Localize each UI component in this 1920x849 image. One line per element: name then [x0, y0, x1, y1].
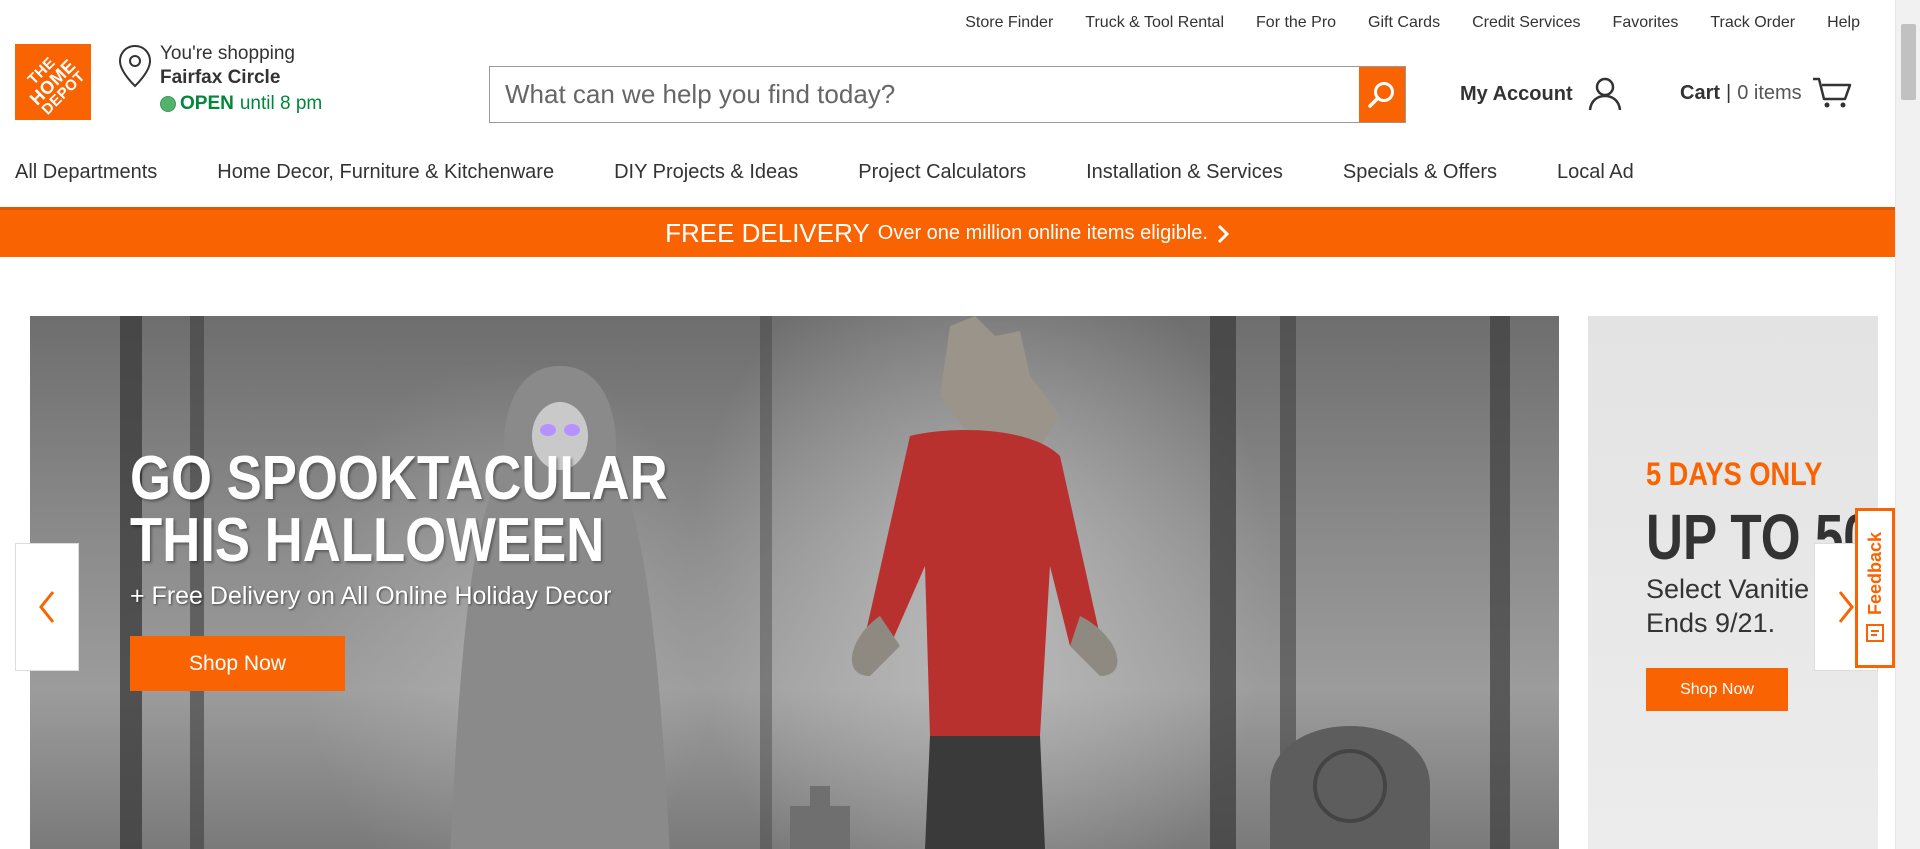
hero-shop-now-button[interactable]: Shop Now [130, 636, 345, 691]
main-nav: All Departments Home Decor, Furniture & … [15, 161, 1694, 184]
store-closing-time: until 8 pm [239, 93, 323, 114]
feedback-label: Feedback [1864, 532, 1885, 616]
promo-shop-now-button[interactable]: Shop Now [1646, 668, 1788, 711]
werewolf-figure [851, 316, 1118, 849]
store-name: Fairfax Circle [160, 67, 281, 88]
location-pin-icon [118, 44, 152, 88]
feedback-form-icon [1866, 623, 1884, 642]
gift-cards-link[interactable]: Gift Cards [1368, 14, 1440, 32]
tree-trunk-decor [760, 316, 772, 849]
free-delivery-banner[interactable]: FREE DELIVERY Over one million online it… [0, 207, 1895, 257]
nav-project-calculators[interactable]: Project Calculators [858, 161, 1026, 184]
tree-trunk-decor [1210, 316, 1236, 849]
nav-specials-offers[interactable]: Specials & Offers [1343, 161, 1497, 184]
chevron-right-icon [1838, 591, 1854, 623]
chevron-right-icon [1217, 224, 1230, 243]
search-bar [489, 66, 1406, 123]
open-status-dot-icon [160, 96, 176, 112]
nav-home-decor[interactable]: Home Decor, Furniture & Kitchenware [217, 161, 554, 184]
utility-nav: Store Finder Truck & Tool Rental For the… [933, 14, 1860, 32]
page-scrollbar[interactable] [1895, 0, 1920, 849]
nav-local-ad[interactable]: Local Ad [1557, 161, 1634, 184]
my-account-label: My Account [1460, 82, 1573, 105]
cart-item-count: 0 items [1737, 81, 1802, 104]
credit-services-link[interactable]: Credit Services [1472, 14, 1580, 32]
cart-label: Cart [1680, 81, 1721, 104]
truck-tool-rental-link[interactable]: Truck & Tool Rental [1085, 14, 1224, 32]
promo-kicker: 5 DAYS ONLY [1646, 456, 1823, 492]
hero-title: GO SPOOKTACULAR THIS HALLOWEEN [130, 448, 668, 572]
search-input[interactable] [490, 67, 1359, 122]
tree-trunk-decor [1490, 316, 1510, 849]
promo-text-line-1: Select Vanitie [1646, 574, 1810, 604]
tombstone-decor [790, 786, 850, 849]
chevron-left-icon [39, 591, 55, 623]
scrollbar-thumb[interactable] [1901, 24, 1916, 100]
hero-subtitle: + Free Delivery on All Online Holiday De… [130, 582, 612, 610]
promo-text-line-2: Ends 9/21. [1646, 608, 1776, 638]
store-hours: OPEN until 8 pm [160, 90, 322, 118]
track-order-link[interactable]: Track Order [1710, 14, 1795, 32]
hero-title-line-2: THIS HALLOWEEN [130, 506, 605, 575]
logo-wordmark: THE HOME DEPOT [17, 46, 89, 118]
nav-diy-projects[interactable]: DIY Projects & Ideas [614, 161, 798, 184]
tombstone-decor [1270, 726, 1430, 849]
home-depot-logo[interactable]: THE HOME DEPOT [15, 44, 91, 120]
my-account-link[interactable]: My Account [1460, 76, 1623, 112]
cart-icon [1812, 77, 1851, 108]
search-icon [1368, 81, 1394, 108]
delivery-headline: FREE DELIVERY [665, 218, 870, 248]
help-link[interactable]: Help [1827, 14, 1860, 32]
search-button[interactable] [1359, 67, 1405, 122]
nav-installation-services[interactable]: Installation & Services [1086, 161, 1283, 184]
cart-link[interactable]: Cart | 0 items [1680, 76, 1852, 110]
store-open-status: OPEN [180, 93, 234, 114]
feedback-tab[interactable]: Feedback [1855, 508, 1895, 668]
hero-title-line-1: GO SPOOKTACULAR [130, 444, 668, 513]
favorites-link[interactable]: Favorites [1613, 14, 1679, 32]
promo-text: Select Vanitie Ends 9/21. [1646, 572, 1809, 640]
store-finder-link[interactable]: Store Finder [965, 14, 1053, 32]
store-selector[interactable]: You're shopping Fairfax Circle OPEN unti… [118, 42, 322, 118]
user-icon [1588, 77, 1621, 111]
carousel-prev-button[interactable] [15, 543, 79, 671]
nav-all-departments[interactable]: All Departments [15, 161, 157, 184]
delivery-text: Over one million online items eligible. [877, 222, 1208, 244]
store-label: You're shopping [160, 43, 295, 64]
for-the-pro-link[interactable]: For the Pro [1256, 14, 1336, 32]
cart-separator: | [1726, 81, 1732, 104]
hero-banner[interactable]: GO SPOOKTACULAR THIS HALLOWEEN + Free De… [30, 316, 1559, 849]
